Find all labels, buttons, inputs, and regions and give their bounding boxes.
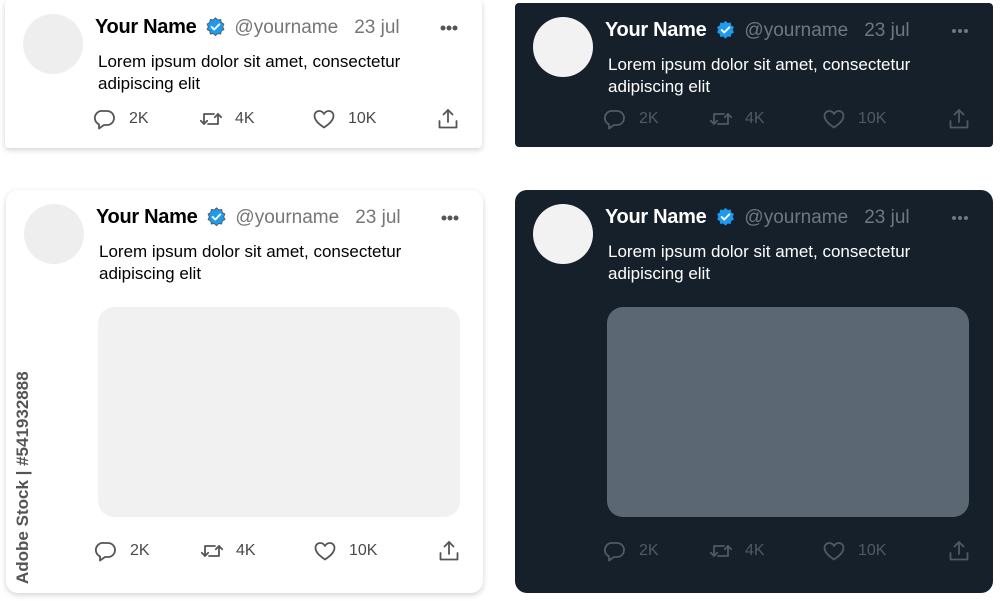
display-name[interactable]: Your Name <box>96 206 198 229</box>
tweet-actions: 2K 4K 10K <box>603 539 971 567</box>
like-count: 10K <box>348 110 377 127</box>
reply-icon <box>93 110 115 130</box>
retweet-button[interactable]: 4K <box>200 539 256 563</box>
tweet-header: Your Name @yourname 23 jul <box>96 206 401 229</box>
reply-icon <box>94 542 116 562</box>
more-horizontal-icon[interactable] <box>951 28 969 34</box>
like-button[interactable]: 10K <box>312 107 376 131</box>
retweet-button[interactable]: 4K <box>709 539 765 563</box>
heart-icon <box>313 110 335 129</box>
tweet-date[interactable]: 23 jul <box>354 17 399 39</box>
share-button[interactable] <box>947 107 971 131</box>
tweet-card-light[interactable]: Your Name @yourname 23 jul Lorem ipsum d… <box>5 0 482 148</box>
media-placeholder[interactable] <box>607 307 969 517</box>
tweet-date[interactable]: 23 jul <box>864 207 909 229</box>
tweet-header: Your Name @yourname 23 jul <box>95 16 400 39</box>
retweet-count: 4K <box>236 542 256 559</box>
display-name[interactable]: Your Name <box>605 206 707 229</box>
retweet-button[interactable]: 4K <box>199 107 255 131</box>
tweet-text: Lorem ipsum dolor sit amet, consectetur … <box>98 52 401 93</box>
reply-icon <box>603 110 625 130</box>
share-icon <box>949 541 969 561</box>
tweet-card-dark-media[interactable]: Your Name @yourname 23 jul Lorem ipsum d… <box>515 190 993 593</box>
tweet-card-light-media[interactable]: Your Name @yourname 23 jul Lorem ipsum d… <box>6 190 483 593</box>
share-button[interactable] <box>947 539 971 563</box>
tweet-header: Your Name @yourname 23 jul <box>605 206 910 229</box>
reply-button[interactable]: 2K <box>603 539 659 563</box>
more-horizontal-icon[interactable] <box>440 25 458 31</box>
share-icon <box>438 109 458 129</box>
verified-badge-icon <box>717 20 735 39</box>
tweet-card-dark[interactable]: Your Name @yourname 23 jul Lorem ipsum d… <box>515 3 993 147</box>
tweet-date[interactable]: 23 jul <box>355 207 400 229</box>
retweet-count: 4K <box>745 110 765 127</box>
retweet-icon <box>709 113 733 125</box>
heart-icon <box>823 110 845 129</box>
verified-badge-icon <box>207 207 226 227</box>
like-button[interactable]: 10K <box>822 107 886 131</box>
tweet-header: Your Name @yourname 23 jul <box>605 19 910 42</box>
reply-button[interactable]: 2K <box>94 539 150 563</box>
retweet-icon <box>200 545 224 557</box>
more-horizontal-icon[interactable] <box>441 215 459 221</box>
tweet-actions: 2K 4K 10K <box>94 539 461 567</box>
reply-button[interactable]: 2K <box>603 107 659 131</box>
tweet-actions: 2K 4K 10K <box>93 107 460 135</box>
reply-count: 2K <box>639 542 659 559</box>
retweet-count: 4K <box>745 542 765 559</box>
avatar[interactable] <box>533 17 593 77</box>
tweet-text: Lorem ipsum dolor sit amet, consectetur … <box>608 242 911 283</box>
retweet-count: 4K <box>235 110 255 127</box>
share-button[interactable] <box>436 107 460 131</box>
share-icon <box>949 109 969 129</box>
like-button[interactable]: 10K <box>822 539 886 563</box>
tweet-text: Lorem ipsum dolor sit amet, consectetur … <box>99 242 402 283</box>
display-name[interactable]: Your Name <box>605 19 707 42</box>
avatar[interactable] <box>533 204 593 264</box>
like-count: 10K <box>858 110 887 127</box>
tweet-text: Lorem ipsum dolor sit amet, consectetur … <box>608 55 911 96</box>
heart-icon <box>314 542 336 561</box>
avatar[interactable] <box>23 14 83 74</box>
reply-count: 2K <box>130 542 150 559</box>
reply-icon <box>603 542 625 562</box>
avatar[interactable] <box>24 204 84 264</box>
share-button[interactable] <box>437 539 461 563</box>
like-count: 10K <box>858 542 887 559</box>
heart-icon <box>823 542 845 561</box>
reply-button[interactable]: 2K <box>93 107 149 131</box>
tweet-date[interactable]: 23 jul <box>864 20 909 42</box>
verified-badge-icon <box>206 17 225 37</box>
retweet-icon <box>199 113 223 125</box>
share-icon <box>439 541 459 561</box>
reply-count: 2K <box>639 110 659 127</box>
like-button[interactable]: 10K <box>313 539 377 563</box>
retweet-button[interactable]: 4K <box>709 107 765 131</box>
user-handle[interactable]: @yourname <box>235 207 339 229</box>
more-horizontal-icon[interactable] <box>951 215 969 221</box>
media-placeholder[interactable] <box>98 307 460 517</box>
user-handle[interactable]: @yourname <box>744 20 848 42</box>
stock-id-label: Adobe Stock | #541932888 <box>13 371 32 584</box>
retweet-icon <box>709 545 733 557</box>
user-handle[interactable]: @yourname <box>744 207 848 229</box>
display-name[interactable]: Your Name <box>95 16 197 39</box>
tweet-actions: 2K 4K 10K <box>603 107 971 135</box>
like-count: 10K <box>349 542 378 559</box>
reply-count: 2K <box>129 110 149 127</box>
verified-badge-icon <box>717 207 735 226</box>
user-handle[interactable]: @yourname <box>234 17 338 39</box>
